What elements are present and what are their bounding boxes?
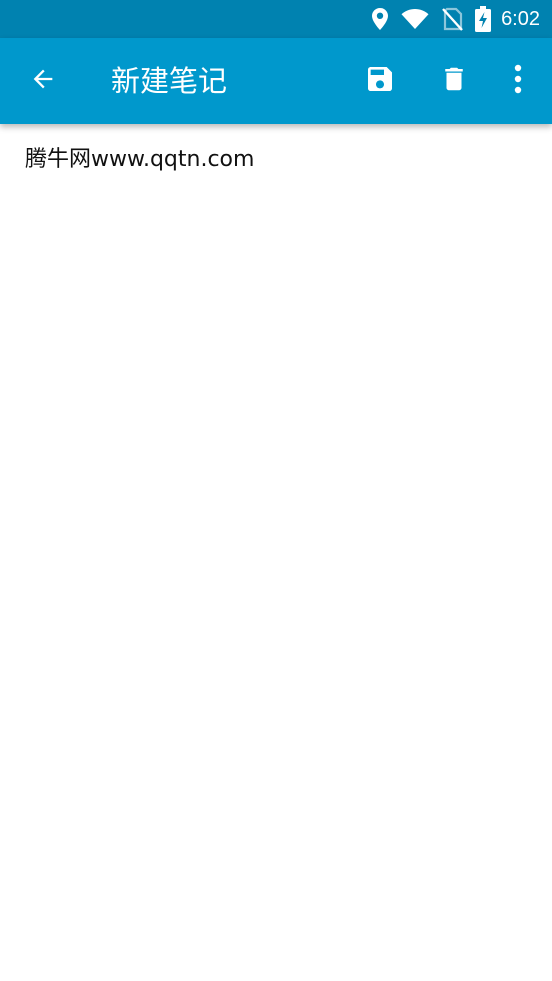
- status-time: 6:02: [501, 7, 540, 30]
- more-options-button[interactable]: [490, 38, 546, 124]
- location-icon: [371, 7, 389, 31]
- status-bar: 6:02: [0, 0, 552, 38]
- save-button[interactable]: [352, 38, 408, 124]
- app-bar: 新建笔记: [0, 38, 552, 124]
- no-sim-icon: [441, 7, 463, 31]
- note-editor[interactable]: 腾牛网www.qqtn.com: [0, 124, 552, 981]
- save-icon: [364, 63, 396, 99]
- delete-icon: [439, 63, 469, 99]
- more-vert-icon: [513, 64, 523, 98]
- note-text-field[interactable]: 腾牛网www.qqtn.com: [25, 144, 530, 176]
- back-button[interactable]: [15, 38, 71, 124]
- status-icons: 6:02: [359, 0, 540, 38]
- delete-button[interactable]: [426, 38, 482, 124]
- page-title: 新建笔记: [111, 64, 228, 98]
- arrow-back-icon: [29, 65, 57, 97]
- battery-charging-icon: [475, 6, 492, 32]
- wifi-icon: [401, 8, 429, 30]
